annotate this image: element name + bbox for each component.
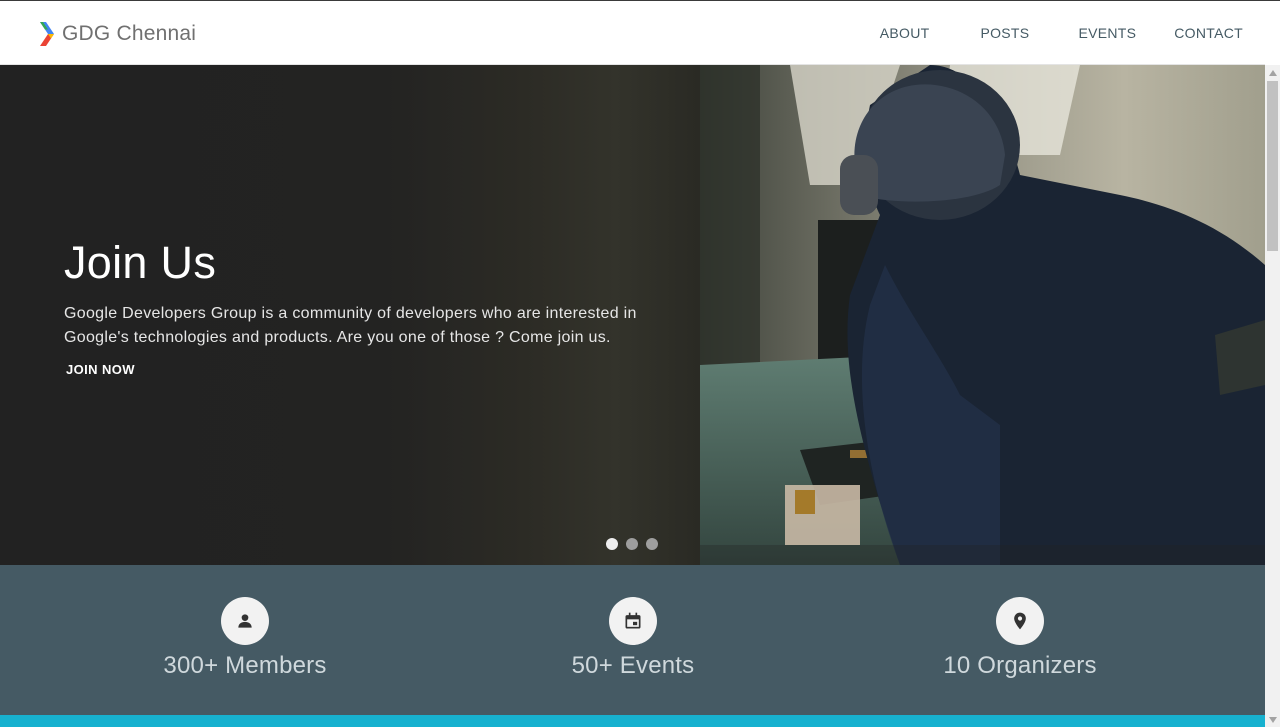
- stat-organizers: 10 Organizers: [870, 597, 1170, 680]
- logo-text: GDG Chennai: [62, 22, 197, 45]
- stat-events-label: 50+ Events: [571, 652, 695, 679]
- nav-posts[interactable]: POSTS: [980, 25, 1029, 41]
- main-nav: ABOUT POSTS EVENTS CONTACT: [880, 1, 1265, 65]
- nav-events[interactable]: EVENTS: [1078, 25, 1136, 41]
- gdg-chevron-icon: [40, 22, 54, 46]
- stat-members: 300+ Members: [95, 597, 395, 680]
- scroll-up-arrow-icon[interactable]: [1265, 65, 1280, 80]
- bottom-color-band: [0, 715, 1265, 727]
- location-pin-icon: [996, 597, 1044, 645]
- carousel-indicators: [606, 538, 666, 550]
- site-logo[interactable]: GDG Chennai: [40, 21, 196, 47]
- scrollbar-thumb[interactable]: [1267, 81, 1278, 251]
- hero-photo: [700, 65, 1265, 565]
- stats-section: 300+ Members 50+ Events 10 Organizers: [0, 565, 1265, 715]
- stat-organizers-label: 10 Organizers: [943, 652, 1097, 679]
- hero-carousel: Join Us Google Developers Group is a com…: [0, 65, 1265, 565]
- hero-description: Google Developers Group is a community o…: [64, 305, 637, 346]
- stat-members-label: 300+ Members: [163, 652, 327, 679]
- page-scrollbar[interactable]: [1265, 65, 1280, 727]
- top-app-bar: GDG Chennai ABOUT POSTS EVENTS CONTACT: [0, 0, 1265, 65]
- person-icon: [221, 597, 269, 645]
- nav-about[interactable]: ABOUT: [880, 25, 930, 41]
- carousel-dot-2[interactable]: [626, 538, 638, 550]
- join-now-button[interactable]: JOIN NOW: [66, 362, 135, 377]
- nav-contact[interactable]: CONTACT: [1174, 25, 1243, 41]
- header-corner: [1265, 0, 1280, 65]
- scroll-down-arrow-icon[interactable]: [1265, 712, 1280, 727]
- stat-events: 50+ Events: [483, 597, 783, 680]
- carousel-dot-3[interactable]: [646, 538, 658, 550]
- hero-title: Join Us: [64, 237, 217, 288]
- carousel-dot-1[interactable]: [606, 538, 618, 550]
- page: GDG Chennai ABOUT POSTS EVENTS CONTACT J…: [0, 0, 1265, 727]
- calendar-icon: [609, 597, 657, 645]
